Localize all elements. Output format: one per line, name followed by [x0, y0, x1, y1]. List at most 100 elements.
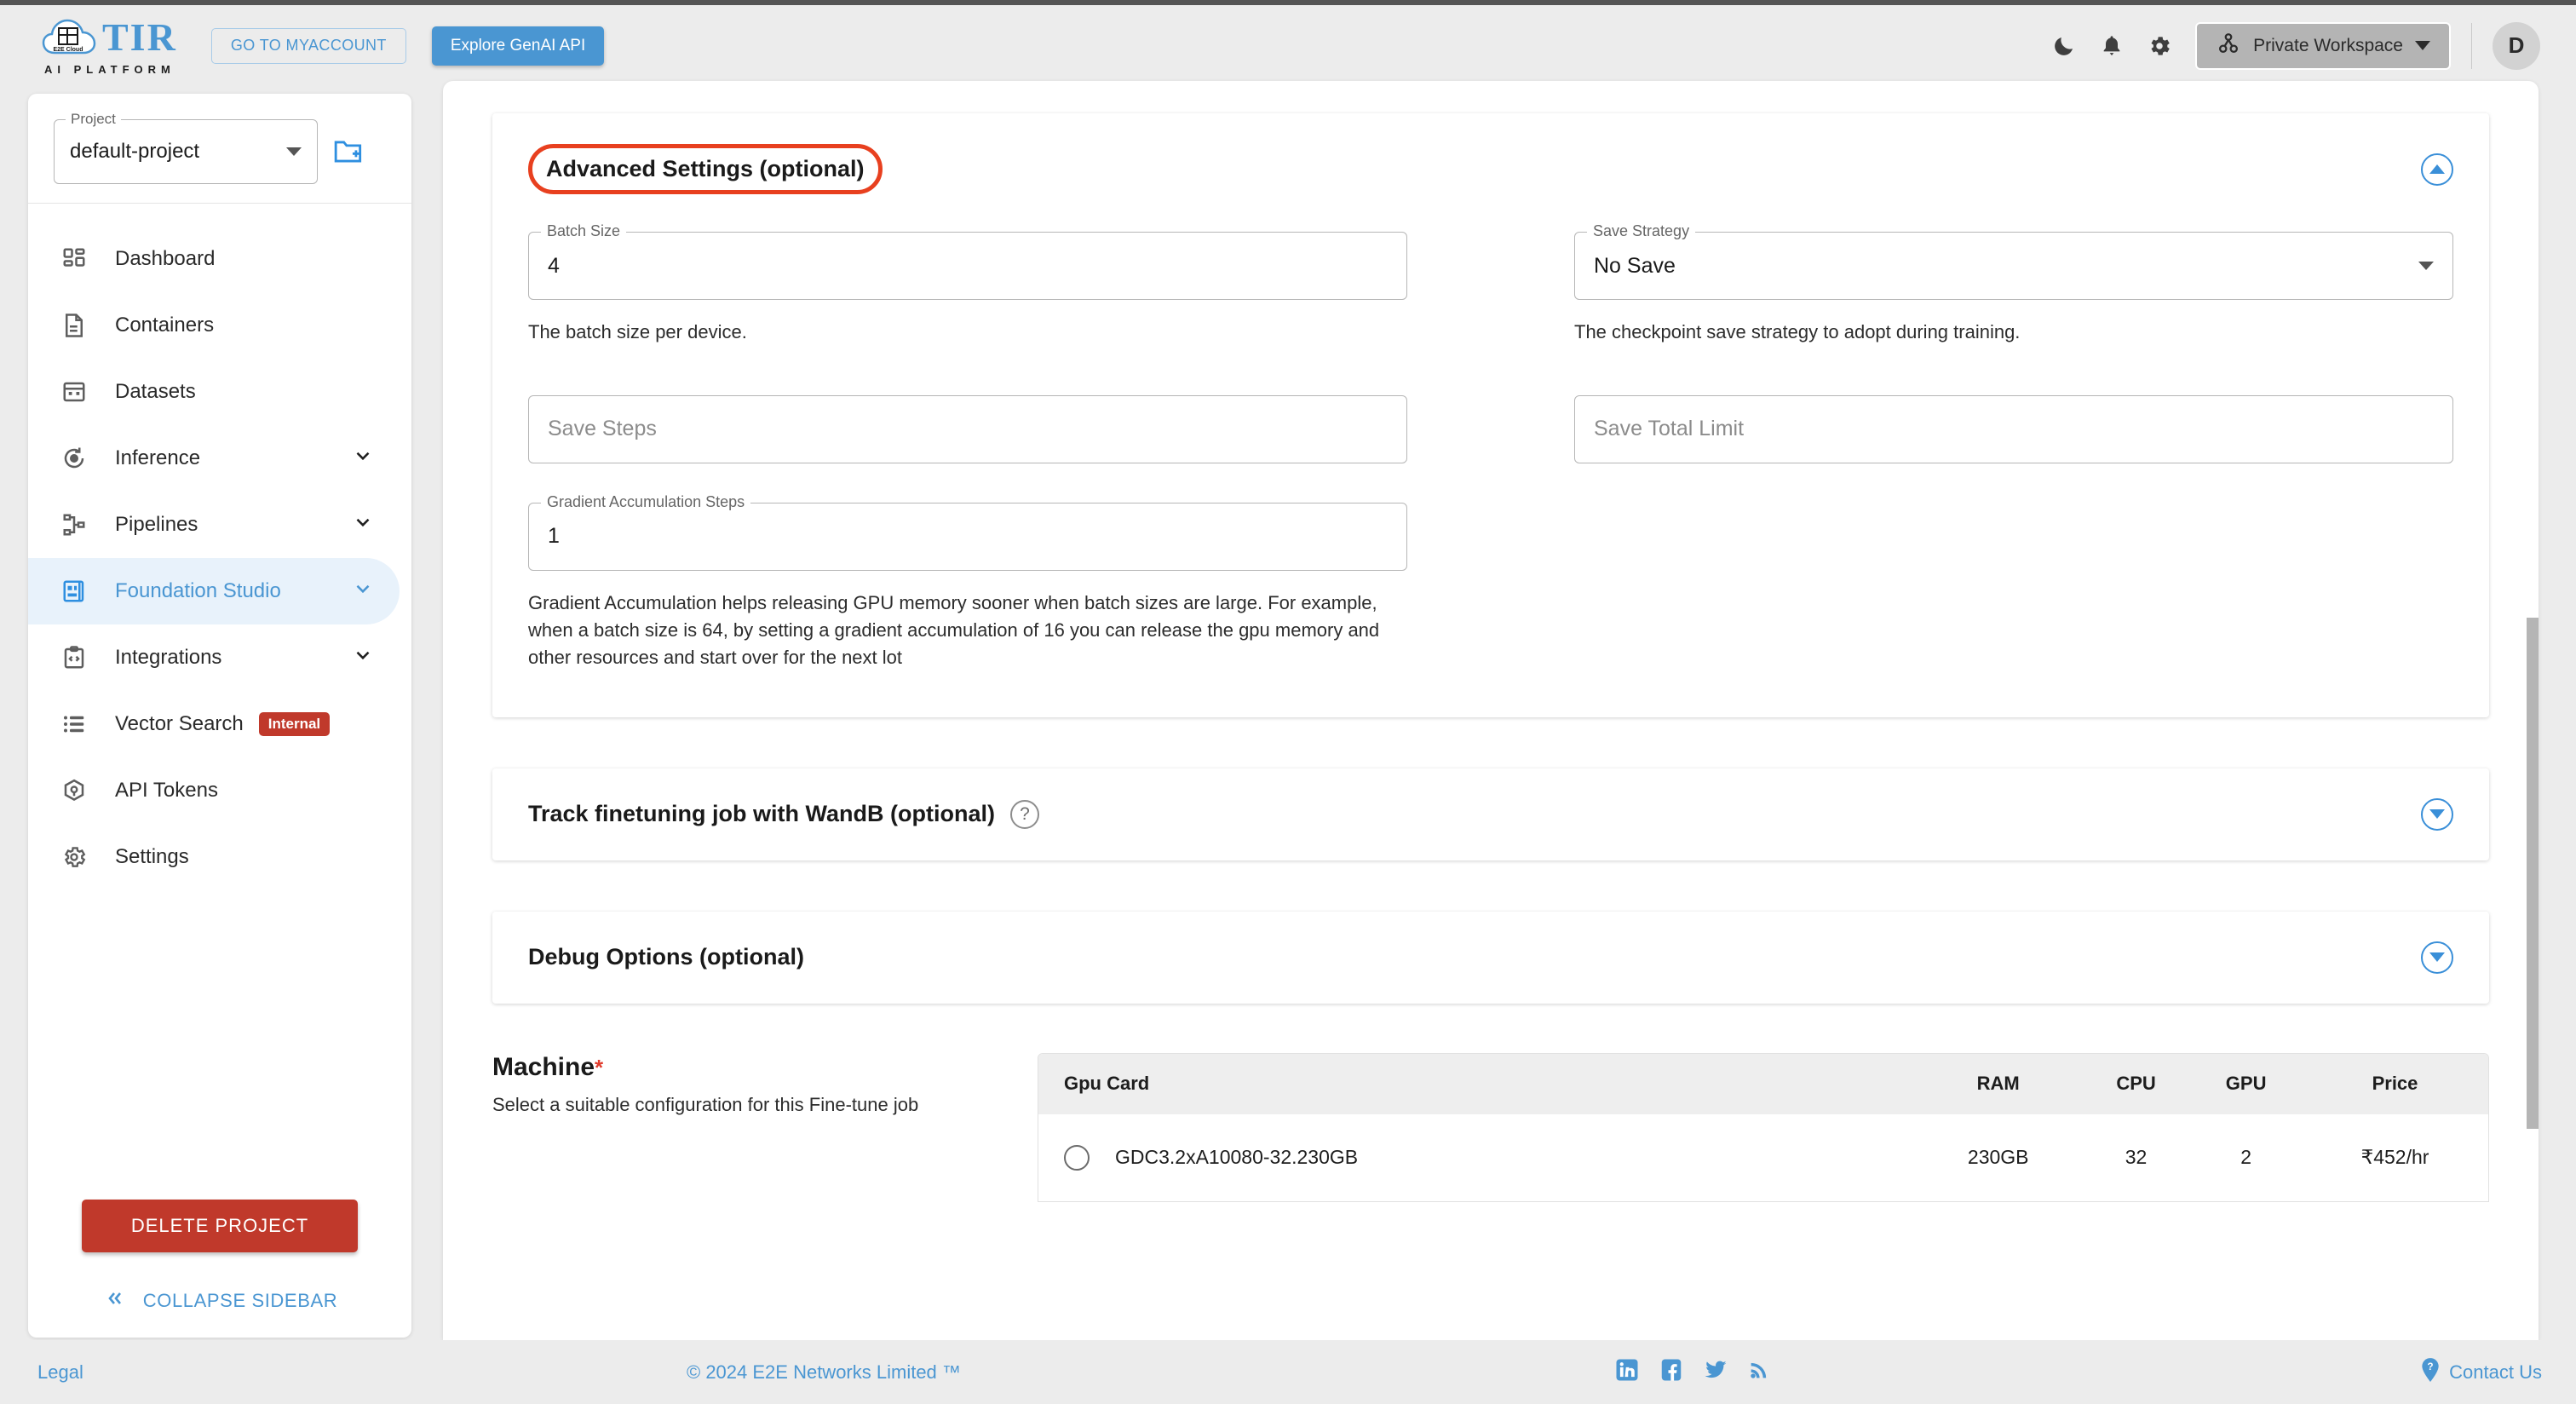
save-strategy-value: No Save: [1594, 253, 1676, 278]
sidebar-item-dashboard[interactable]: Dashboard: [28, 226, 400, 292]
batch-size-block: Batch Size 4 The batch size per device.: [528, 222, 1407, 346]
facebook-icon[interactable]: [1659, 1357, 1684, 1387]
save-total-limit-placeholder: Save Total Limit: [1594, 417, 1745, 441]
save-strategy-legend: Save Strategy: [1587, 222, 1696, 240]
chevron-down-icon: [2429, 952, 2445, 963]
chevron-down-icon: [2418, 262, 2434, 270]
machine-gpu: 2: [2190, 1113, 2302, 1201]
rss-icon[interactable]: [1747, 1358, 1771, 1386]
twitter-icon[interactable]: [1703, 1357, 1728, 1387]
project-select[interactable]: Project default-project: [54, 111, 318, 184]
logo-tagline: AI PLATFORM: [44, 62, 175, 76]
batch-size-input[interactable]: Batch Size 4: [528, 222, 1407, 300]
chevron-down-icon: [286, 147, 302, 156]
save-strategy-block: Save Strategy No Save The checkpoint sav…: [1574, 222, 2453, 346]
sidebar-item-foundation-studio[interactable]: Foundation Studio: [28, 558, 400, 624]
logo-brand-text: TIR: [102, 14, 177, 59]
machine-name: GDC3.2xA10080-32.230GB: [1115, 1146, 1359, 1169]
sidebar-item-label: Datasets: [115, 380, 196, 403]
vertical-scrollbar[interactable]: [2527, 81, 2539, 1340]
header-actions: Private Workspace D: [2040, 21, 2540, 70]
project-block: Project default-project: [28, 94, 411, 203]
gradient-accumulation-block: Gradient Accumulation Steps 1 Gradient A…: [528, 492, 1407, 671]
social-links: [1614, 1357, 1771, 1387]
save-steps-input[interactable]: Save Steps: [528, 394, 1407, 463]
workspace-label: Private Workspace: [2253, 35, 2403, 55]
save-steps-placeholder: Save Steps: [548, 417, 657, 441]
expand-wandb-button[interactable]: [2421, 797, 2453, 831]
table-header-row: Gpu Card RAM CPU GPU Price: [1038, 1053, 2488, 1114]
sidebar-item-vector-search[interactable]: Vector Search Internal: [28, 691, 400, 757]
advanced-settings-row-1: Batch Size 4 The batch size per device. …: [528, 222, 2453, 356]
sidebar-item-label: Integrations: [115, 646, 222, 669]
gradient-accumulation-legend: Gradient Accumulation Steps: [541, 492, 751, 511]
machine-subtitle: Select a suitable configuration for this…: [492, 1093, 919, 1115]
settings-gear-icon[interactable]: [2136, 22, 2183, 70]
sidebar-item-settings[interactable]: Settings: [28, 824, 400, 890]
avatar[interactable]: D: [2493, 21, 2540, 70]
scrollbar-thumb[interactable]: [2527, 618, 2539, 1129]
debug-options-card[interactable]: Debug Options (optional): [492, 911, 2489, 1004]
collapse-sidebar-button[interactable]: COLLAPSE SIDEBAR: [28, 1288, 411, 1314]
sidebar-item-api-tokens[interactable]: API Tokens: [28, 757, 400, 824]
svg-text:E2E Cloud: E2E Cloud: [53, 47, 83, 53]
machine-cpu: 32: [2081, 1113, 2191, 1201]
column-header-gpu: GPU: [2190, 1053, 2302, 1114]
workspace-selector[interactable]: Private Workspace: [2195, 21, 2451, 70]
sidebar-item-label: API Tokens: [115, 779, 218, 802]
save-strategy-select[interactable]: Save Strategy No Save: [1574, 222, 2453, 300]
sidebar-item-label: Dashboard: [115, 247, 216, 270]
settings-icon: [55, 844, 93, 870]
gradient-accumulation-input[interactable]: Gradient Accumulation Steps 1: [528, 492, 1407, 571]
header-divider: [2471, 22, 2472, 69]
batch-size-legend: Batch Size: [541, 222, 627, 240]
notifications-icon[interactable]: [2088, 22, 2136, 70]
collapse-advanced-settings-button[interactable]: [2421, 152, 2453, 186]
gradient-accumulation-value: 1: [548, 524, 560, 549]
legal-link[interactable]: Legal: [37, 1361, 83, 1384]
save-total-limit-input[interactable]: Save Total Limit: [1574, 394, 2453, 463]
sidebar: Project default-project Dashboard Contai…: [28, 94, 411, 1338]
column-header-cpu: CPU: [2081, 1053, 2191, 1114]
linkedin-icon[interactable]: [1614, 1357, 1640, 1387]
chevron-down-icon[interactable]: [352, 445, 374, 473]
sidebar-item-label: Settings: [115, 845, 189, 868]
project-value: default-project: [70, 140, 200, 163]
sidebar-item-datasets[interactable]: Datasets: [28, 359, 400, 425]
sidebar-item-containers[interactable]: Containers: [28, 292, 400, 359]
delete-project-button[interactable]: DELETE PROJECT: [82, 1200, 358, 1252]
dark-mode-icon[interactable]: [2040, 22, 2088, 70]
gradient-accumulation-helper: Gradient Accumulation helps releasing GP…: [528, 591, 1380, 668]
app-footer: Legal © 2024 E2E Networks Limited ™ ? Co…: [0, 1340, 2576, 1404]
project-legend: Project: [66, 111, 121, 128]
debug-options-title: Debug Options (optional): [528, 944, 804, 970]
required-asterisk: *: [595, 1054, 604, 1080]
sidebar-item-pipelines[interactable]: Pipelines: [28, 492, 400, 558]
go-to-myaccount-button[interactable]: GO TO MYACCOUNT: [210, 27, 406, 64]
document-icon: [55, 313, 93, 338]
sidebar-item-label: Foundation Studio: [115, 579, 281, 602]
chevron-down-icon[interactable]: [352, 511, 374, 539]
chevron-down-icon[interactable]: [352, 578, 374, 606]
contact-us-link[interactable]: ? Contact Us: [2419, 1357, 2542, 1388]
svg-text:?: ?: [2428, 1361, 2434, 1372]
double-chevron-left-icon: [102, 1288, 128, 1314]
new-project-folder-icon[interactable]: [333, 138, 365, 170]
table-row[interactable]: GDC3.2xA10080-32.230GB 230GB 32 2 ₹452/h…: [1038, 1113, 2488, 1201]
page-title: Advanced Settings (optional): [528, 144, 883, 194]
expand-debug-options-button[interactable]: [2421, 941, 2453, 974]
wandb-card[interactable]: Track finetuning job with WandB (optiona…: [492, 768, 2489, 860]
sidebar-item-label: Containers: [115, 314, 215, 337]
machine-radio[interactable]: [1064, 1144, 1090, 1171]
machine-title-text: Machine: [492, 1052, 595, 1081]
sidebar-item-integrations[interactable]: Integrations: [28, 624, 400, 691]
help-circle-icon[interactable]: ?: [1009, 799, 1039, 829]
status-badge: Internal: [258, 712, 331, 736]
chevron-down-icon[interactable]: [352, 644, 374, 672]
advanced-settings-row-3: Gradient Accumulation Steps 1 Gradient A…: [528, 492, 2453, 682]
tir-logo[interactable]: E2E Cloud TIR AI PLATFORM: [41, 16, 177, 76]
explore-genai-api-button[interactable]: Explore GenAI API: [431, 26, 605, 66]
sidebar-item-inference[interactable]: Inference: [28, 425, 400, 492]
inference-icon: [55, 446, 93, 471]
